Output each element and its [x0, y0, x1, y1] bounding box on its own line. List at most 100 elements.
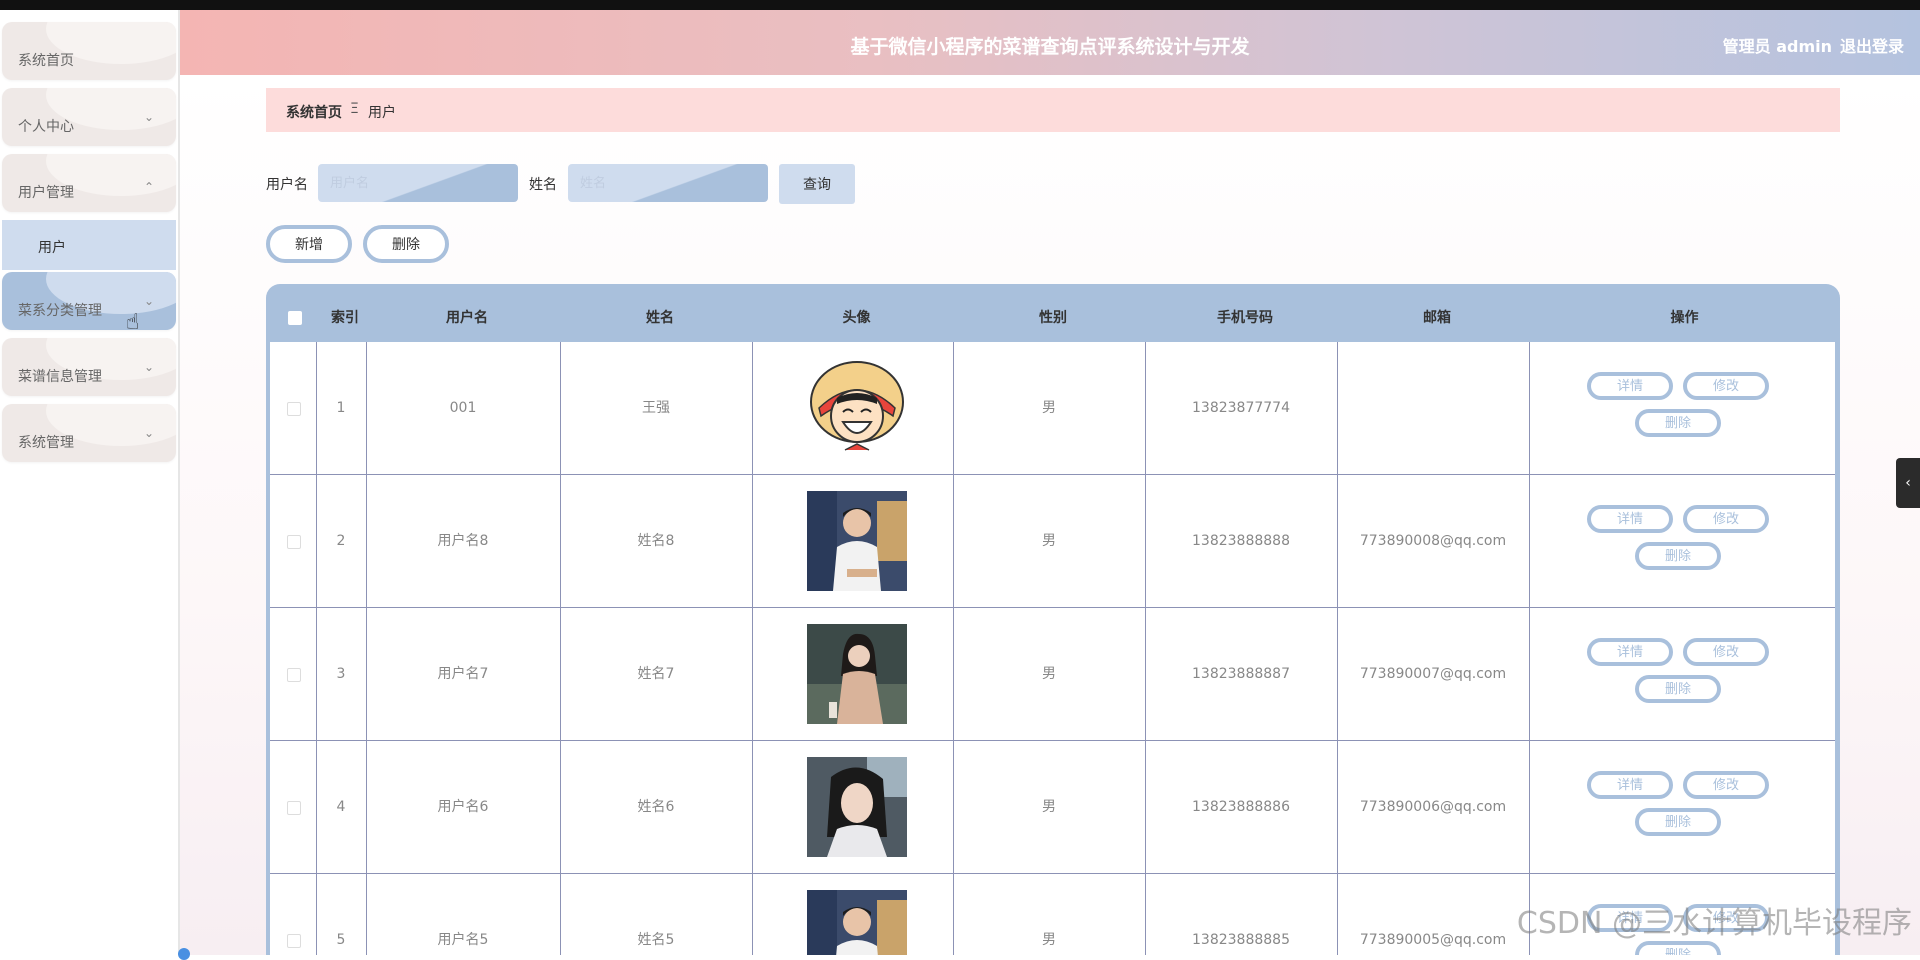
cell-index: 5 — [336, 932, 346, 948]
watermark: CSDN @三水计算机毕设程序 — [1516, 906, 1912, 941]
avatar-photo — [807, 624, 907, 724]
cell-name: 姓名6 — [637, 799, 675, 815]
header-email: 邮箱 — [1423, 310, 1451, 326]
breadcrumb: 系统首页 Ξ 用户 — [266, 88, 1840, 132]
cell-index: 3 — [336, 666, 346, 682]
cell-name: 姓名8 — [637, 533, 675, 549]
app-title: 基于微信小程序的菜谱查询点评系统设计与开发 — [850, 36, 1250, 58]
cell-phone: 13823888887 — [1192, 666, 1290, 682]
sidebar-item-user-management[interactable]: 用户管理 ⌃ — [2, 154, 176, 212]
detail-button[interactable]: 详情 — [1587, 638, 1673, 666]
table-row: 4 用户名6 姓名6 男 13823888886 773890006@qq.co… — [270, 741, 1835, 874]
edit-button[interactable]: 修改 — [1683, 505, 1769, 533]
cell-email: 773890005@qq.com — [1359, 932, 1507, 948]
logout-link[interactable]: 退出登录 — [1840, 33, 1904, 57]
username-label: 用户名 — [266, 177, 308, 193]
table-header: 索引 用户名 姓名 头像 性别 手机号码 邮箱 操作 — [266, 284, 1840, 342]
sidebar-item-label: 系统管理 — [18, 435, 74, 451]
cell-phone: 13823877774 — [1192, 400, 1290, 416]
batch-delete-button[interactable]: 删除 — [363, 225, 449, 263]
name-search-input[interactable] — [568, 164, 768, 202]
delete-button[interactable]: 删除 — [1635, 542, 1721, 570]
breadcrumb-current: 用户 — [368, 105, 396, 121]
sidebar-item-cuisine-category[interactable]: 菜系分类管理 ⌄ — [2, 272, 176, 330]
cell-username: 用户名8 — [437, 533, 489, 549]
cell-email — [1337, 342, 1529, 474]
header-gender: 性别 — [1039, 310, 1067, 326]
cell-username: 001 — [449, 400, 477, 416]
header-name: 姓名 — [646, 310, 674, 326]
breadcrumb-home[interactable]: 系统首页 — [286, 102, 342, 122]
sidebar-item-profile[interactable]: 个人中心 ⌄ — [2, 88, 176, 146]
sidebar-item-system[interactable]: 系统管理 ⌄ — [2, 404, 176, 462]
delete-button[interactable]: 删除 — [1635, 941, 1721, 955]
header-phone: 手机号码 — [1217, 310, 1273, 326]
cell-name: 姓名7 — [637, 666, 675, 682]
sidebar: 系统首页 个人中心 ⌄ 用户管理 ⌃ 用户 菜系分类管理 ⌄ 菜谱信息管理 ⌄ … — [0, 10, 180, 955]
avatar-photo — [807, 890, 907, 955]
header-username: 用户名 — [446, 310, 488, 326]
delete-button[interactable]: 删除 — [1635, 808, 1721, 836]
header-actions: 操作 — [1670, 310, 1699, 326]
header-avatar: 头像 — [842, 310, 871, 326]
cell-username: 用户名7 — [437, 666, 489, 682]
edit-button[interactable]: 修改 — [1683, 372, 1769, 400]
chevron-down-icon: ⌄ — [143, 294, 154, 308]
cell-phone: 13823888885 — [1192, 932, 1290, 948]
username-search-input[interactable] — [318, 164, 518, 202]
sidebar-item-label: 系统首页 — [18, 53, 74, 69]
detail-button[interactable]: 详情 — [1587, 505, 1673, 533]
cell-gender: 男 — [1042, 400, 1056, 416]
cell-email: 773890007@qq.com — [1359, 666, 1507, 682]
detail-button[interactable]: 详情 — [1587, 372, 1673, 400]
user-table: 索引 用户名 姓名 头像 性别 手机号码 邮箱 操作 1 001 王强 男 13… — [266, 284, 1840, 955]
cell-phone: 13823888886 — [1192, 799, 1290, 815]
detail-button[interactable]: 详情 — [1587, 771, 1673, 799]
table-row: 1 001 王强 男 13823877774 详情 修改 删除 — [270, 342, 1835, 475]
cell-index: 4 — [336, 799, 346, 815]
avatar-cartoon — [810, 361, 904, 451]
chevron-down-icon: ⌄ — [143, 360, 154, 374]
sidebar-item-recipe-info[interactable]: 菜谱信息管理 ⌄ — [2, 338, 176, 396]
avatar-photo — [807, 491, 907, 591]
chevron-up-icon: ⌃ — [143, 180, 154, 194]
cell-index: 2 — [336, 533, 346, 549]
chevron-down-icon: ⌄ — [143, 426, 154, 440]
table-row: 3 用户名7 姓名7 男 13823888887 773890007@qq.co… — [270, 608, 1835, 741]
header-index: 索引 — [331, 310, 359, 326]
sidebar-item-home[interactable]: 系统首页 — [2, 22, 176, 80]
row-checkbox[interactable] — [287, 934, 301, 948]
cell-username: 用户名6 — [437, 799, 489, 815]
sidebar-item-label: 个人中心 — [18, 119, 74, 135]
breadcrumb-separator-icon: Ξ — [350, 101, 359, 117]
avatar-photo — [807, 757, 907, 857]
hand-cursor-icon: ☝ — [126, 310, 140, 335]
sidebar-subitem-user[interactable]: 用户 — [2, 220, 176, 270]
edit-button[interactable]: 修改 — [1683, 638, 1769, 666]
sidebar-item-label: 菜谱信息管理 — [18, 369, 102, 385]
cell-gender: 男 — [1042, 666, 1056, 682]
header-bar: 基于微信小程序的菜谱查询点评系统设计与开发 管理员 admin 退出登录 — [180, 10, 1920, 75]
row-checkbox[interactable] — [287, 801, 301, 815]
sidebar-item-label: 菜系分类管理 — [18, 303, 102, 319]
add-button[interactable]: 新增 — [266, 225, 352, 263]
cell-index: 1 — [336, 400, 346, 416]
delete-button[interactable]: 删除 — [1635, 409, 1721, 437]
sidebar-subitem-label: 用户 — [38, 240, 66, 256]
cell-email: 773890006@qq.com — [1359, 799, 1507, 815]
name-label: 姓名 — [529, 177, 557, 193]
current-user: 管理员 admin — [1722, 37, 1832, 56]
chevron-down-icon: ⌄ — [143, 110, 154, 124]
cell-phone: 13823888888 — [1192, 533, 1290, 549]
select-all-checkbox[interactable] — [288, 311, 302, 325]
row-checkbox[interactable] — [287, 668, 301, 682]
row-checkbox[interactable] — [287, 535, 301, 549]
cell-name: 王强 — [642, 400, 670, 416]
delete-button[interactable]: 删除 — [1635, 675, 1721, 703]
side-collapse-tab[interactable]: ‹ — [1896, 458, 1920, 508]
query-button[interactable]: 查询 — [779, 164, 855, 204]
edit-button[interactable]: 修改 — [1683, 771, 1769, 799]
row-checkbox[interactable] — [287, 402, 301, 416]
cell-gender: 男 — [1042, 533, 1056, 549]
cell-email: 773890008@qq.com — [1359, 533, 1507, 549]
